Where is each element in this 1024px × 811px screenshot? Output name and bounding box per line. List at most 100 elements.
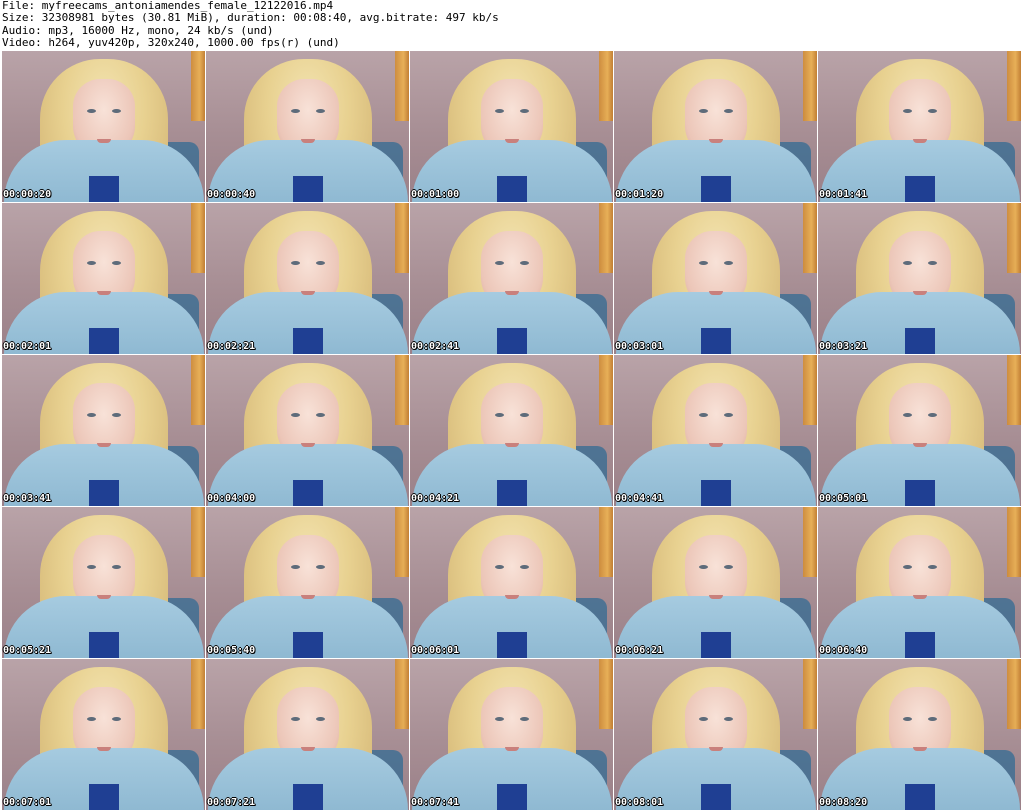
video-thumbnail: 00:07:41 bbox=[410, 659, 613, 810]
thumbnail-top bbox=[292, 784, 323, 810]
video-thumbnail: 00:05:40 bbox=[206, 507, 409, 658]
thumbnail-eye bbox=[86, 565, 96, 569]
thumbnail-top bbox=[700, 784, 731, 810]
thumbnail-top bbox=[904, 784, 935, 810]
video-thumbnail: 00:01:41 bbox=[818, 51, 1021, 202]
thumbnail-shelf bbox=[395, 507, 409, 577]
thumbnail-mouth bbox=[504, 291, 519, 295]
thumbnail-mouth bbox=[912, 595, 927, 599]
thumbnail-eye bbox=[494, 565, 504, 569]
thumbnail-shelf bbox=[191, 659, 205, 729]
thumbnail-shelf bbox=[191, 203, 205, 273]
video-thumbnail: 00:06:01 bbox=[410, 507, 613, 658]
video-thumbnail: 00:00:20 bbox=[2, 51, 205, 202]
thumbnail-top bbox=[88, 328, 119, 354]
thumbnail-shelf bbox=[803, 203, 817, 273]
thumbnail-eye bbox=[723, 717, 733, 721]
thumbnail-mouth bbox=[96, 139, 111, 143]
video-thumbnail: 00:00:40 bbox=[206, 51, 409, 202]
thumbnail-eye bbox=[902, 109, 912, 113]
timestamp-label: 00:07:01 bbox=[3, 797, 52, 808]
video-thumbnail: 00:04:21 bbox=[410, 355, 613, 506]
thumbnail-eye bbox=[86, 109, 96, 113]
thumbnail-mouth bbox=[708, 443, 723, 447]
thumbnail-mouth bbox=[300, 443, 315, 447]
thumbnail-eye bbox=[494, 261, 504, 265]
thumbnail-eye bbox=[519, 261, 529, 265]
video-thumbnail: 00:04:41 bbox=[614, 355, 817, 506]
thumbnail-eye bbox=[111, 413, 121, 417]
thumbnail-mouth bbox=[708, 595, 723, 599]
video-thumbnail: 00:02:01 bbox=[2, 203, 205, 354]
thumbnail-top bbox=[700, 480, 731, 506]
timestamp-label: 00:05:40 bbox=[207, 645, 256, 656]
thumbnail-mouth bbox=[300, 747, 315, 751]
thumbnail-mouth bbox=[708, 291, 723, 295]
thumbnail-shelf bbox=[803, 355, 817, 425]
thumbnail-eye bbox=[111, 565, 121, 569]
timestamp-label: 00:08:01 bbox=[615, 797, 664, 808]
video-thumbnail: 00:02:21 bbox=[206, 203, 409, 354]
thumbnail-grid: 00:00:20 00:00:40 00:01:00 00:01:20 00:01:41… bbox=[2, 51, 1021, 810]
thumbnail-eye bbox=[927, 261, 937, 265]
thumbnail-shelf bbox=[599, 51, 613, 121]
thumbnail-eye bbox=[86, 261, 96, 265]
thumbnail-eye bbox=[290, 261, 300, 265]
thumbnail-eye bbox=[902, 413, 912, 417]
thumbnail-mouth bbox=[912, 291, 927, 295]
thumbnail-eye bbox=[290, 109, 300, 113]
thumbnail-eye bbox=[723, 261, 733, 265]
timestamp-label: 00:08:20 bbox=[819, 797, 868, 808]
thumbnail-top bbox=[700, 632, 731, 658]
thumbnail-top bbox=[88, 176, 119, 202]
timestamp-label: 00:03:41 bbox=[3, 493, 52, 504]
thumbnail-shelf bbox=[395, 355, 409, 425]
timestamp-label: 00:00:40 bbox=[207, 189, 256, 200]
thumbnail-top bbox=[292, 632, 323, 658]
thumbnail-mouth bbox=[96, 291, 111, 295]
thumbnail-mouth bbox=[300, 291, 315, 295]
thumbnail-eye bbox=[927, 413, 937, 417]
thumbnail-top bbox=[88, 480, 119, 506]
thumbnail-shelf bbox=[395, 659, 409, 729]
thumbnail-eye bbox=[494, 717, 504, 721]
video-thumbnail: 00:08:20 bbox=[818, 659, 1021, 810]
timestamp-label: 00:07:41 bbox=[411, 797, 460, 808]
thumbnail-mouth bbox=[96, 443, 111, 447]
timestamp-label: 00:01:00 bbox=[411, 189, 460, 200]
timestamp-label: 00:05:01 bbox=[819, 493, 868, 504]
thumbnail-eye bbox=[519, 109, 529, 113]
timestamp-label: 00:03:21 bbox=[819, 341, 868, 352]
thumbnail-eye bbox=[723, 109, 733, 113]
thumbnail-top bbox=[904, 328, 935, 354]
thumbnail-shelf bbox=[599, 507, 613, 577]
thumbnail-shelf bbox=[395, 51, 409, 121]
thumbnail-eye bbox=[111, 717, 121, 721]
thumbnail-eye bbox=[902, 261, 912, 265]
video-thumbnail: 00:02:41 bbox=[410, 203, 613, 354]
thumbnail-eye bbox=[111, 261, 121, 265]
video-thumbnail: 00:03:21 bbox=[818, 203, 1021, 354]
thumbnail-top bbox=[496, 632, 527, 658]
thumbnail-mouth bbox=[300, 595, 315, 599]
thumbnail-eye bbox=[86, 717, 96, 721]
thumbnail-eye bbox=[494, 413, 504, 417]
timestamp-label: 00:05:21 bbox=[3, 645, 52, 656]
thumbnail-shelf bbox=[191, 507, 205, 577]
timestamp-label: 00:06:40 bbox=[819, 645, 868, 656]
thumbnail-top bbox=[496, 328, 527, 354]
timestamp-label: 00:07:21 bbox=[207, 797, 256, 808]
thumbnail-top bbox=[88, 632, 119, 658]
timestamp-label: 00:02:21 bbox=[207, 341, 256, 352]
timestamp-label: 00:04:21 bbox=[411, 493, 460, 504]
thumbnail-eye bbox=[290, 413, 300, 417]
thumbnail-shelf bbox=[1007, 203, 1021, 273]
timestamp-label: 00:02:41 bbox=[411, 341, 460, 352]
thumbnail-shelf bbox=[1007, 355, 1021, 425]
thumbnail-eye bbox=[315, 413, 325, 417]
video-thumbnail: 00:04:00 bbox=[206, 355, 409, 506]
thumbnail-mouth bbox=[912, 443, 927, 447]
video-thumbnail: 00:01:20 bbox=[614, 51, 817, 202]
thumbnail-eye bbox=[86, 413, 96, 417]
timestamp-label: 00:04:41 bbox=[615, 493, 664, 504]
